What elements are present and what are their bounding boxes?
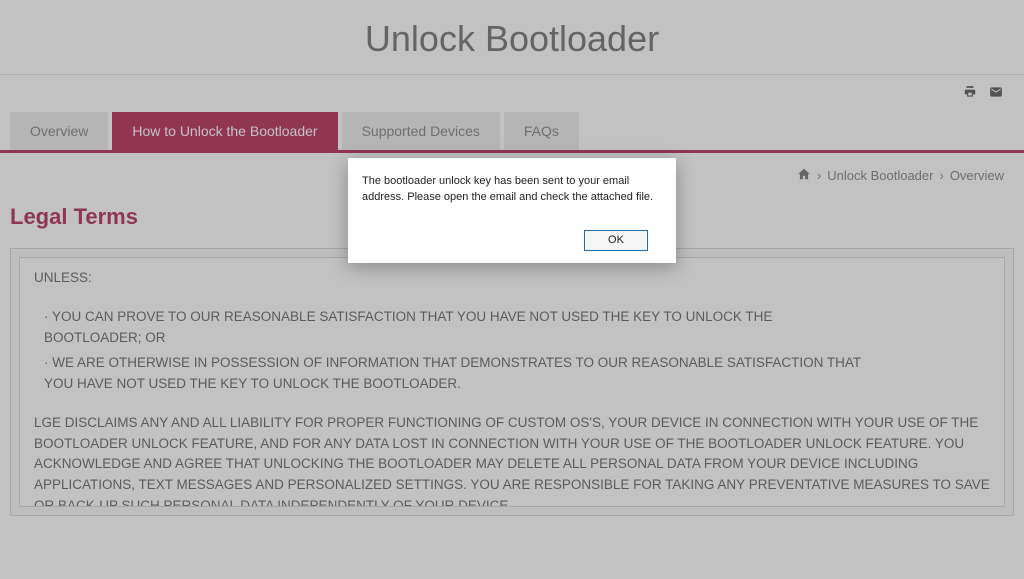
- ok-button[interactable]: OK: [584, 230, 648, 251]
- alert-dialog: The bootloader unlock key has been sent …: [348, 158, 676, 263]
- alert-message: The bootloader unlock key has been sent …: [362, 174, 662, 206]
- modal-overlay: [0, 0, 1024, 579]
